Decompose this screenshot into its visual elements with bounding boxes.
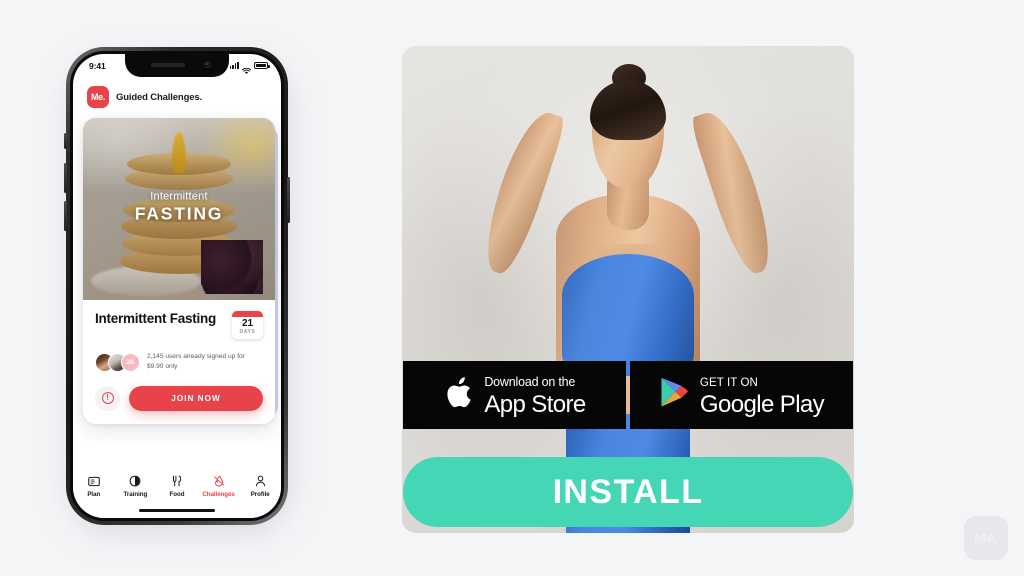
challenges-icon	[213, 474, 225, 488]
app-header: Me. Guided Challenges.	[73, 77, 281, 118]
info-button[interactable]: !	[95, 385, 120, 411]
status-bar-time: 9:41	[89, 60, 106, 71]
tab-food-label: Food	[169, 491, 185, 498]
tab-plan[interactable]: Plan	[73, 474, 115, 498]
avatar-overflow-count: 2K	[121, 352, 140, 372]
phone-mockup: 9:41 Me. Guided Challenges. Intermittent…	[64, 47, 294, 535]
training-icon	[129, 474, 141, 488]
hero-title: FASTING	[134, 203, 224, 224]
tab-profile-label: Profile	[250, 491, 270, 498]
day-count-number: 21	[241, 318, 254, 329]
front-camera-icon	[204, 61, 211, 68]
app-store-badge-small-text: Download on the	[484, 374, 576, 389]
bottom-tab-bar[interactable]: Plan Training Food Challenges Profile	[73, 466, 281, 518]
apple-logo-icon	[443, 375, 473, 416]
tab-challenges[interactable]: Challenges	[198, 474, 240, 498]
day-count-label: DAYS	[239, 329, 256, 335]
cellular-signal-icon	[229, 62, 239, 69]
google-play-badge[interactable]: GET IT ON Google Play	[630, 361, 853, 429]
watermark-logo: Me.	[964, 516, 1008, 560]
tab-profile[interactable]: Profile	[239, 474, 281, 498]
phone-volume-down-button[interactable]	[64, 201, 67, 231]
google-play-badge-text: GET IT ON Google Play	[699, 374, 825, 418]
hero-kicker: Intermittent	[150, 190, 208, 203]
google-play-badge-large-text: Google Play	[699, 390, 825, 418]
phone-power-button[interactable]	[287, 177, 290, 223]
challenge-card-cta-row: ! JOIN NOW	[95, 385, 263, 411]
tab-challenges-label: Challenges	[202, 491, 235, 498]
status-bar-icons	[229, 62, 270, 75]
screenshot-stage: 9:41 Me. Guided Challenges. Intermittent…	[0, 0, 1024, 576]
food-icon	[171, 474, 182, 488]
challenge-title: Intermittent Fasting	[95, 311, 217, 326]
brand-logo: Me.	[87, 86, 109, 108]
phone-bezel: 9:41 Me. Guided Challenges. Intermittent…	[70, 51, 284, 521]
social-proof-text: 2,145 users already signed up for $9.99 …	[147, 353, 245, 371]
tab-training-label: Training	[123, 491, 148, 498]
tab-training[interactable]: Training	[115, 474, 157, 498]
avatar-group: 2K	[95, 352, 140, 372]
challenge-card[interactable]: Intermittent FASTING Intermittent Fastin…	[83, 118, 275, 424]
store-badges: Download on the App Store GET IT ON Goog…	[402, 361, 854, 429]
phone-silent-switch[interactable]	[64, 133, 67, 149]
challenge-card-body: Intermittent Fasting 21 DAYS 2K 2,145 us…	[83, 300, 275, 411]
phone-frame: 9:41 Me. Guided Challenges. Intermittent…	[64, 47, 290, 525]
app-promo-panel: Download on the App Store GET IT ON Goog…	[402, 46, 854, 533]
plan-icon	[88, 474, 100, 488]
join-now-button[interactable]: JOIN NOW	[129, 385, 263, 411]
info-icon: !	[101, 392, 114, 405]
google-play-triangle-icon	[659, 376, 689, 414]
wifi-icon	[241, 62, 252, 75]
day-count-badge: 21 DAYS	[232, 311, 263, 340]
install-button[interactable]: INSTALL	[403, 457, 853, 527]
app-store-badge-large-text: App Store	[484, 390, 586, 418]
social-proof-row: 2K 2,145 users already signed up for $9.…	[95, 352, 263, 372]
phone-volume-up-button[interactable]	[64, 163, 67, 193]
app-store-badge-text: Download on the App Store	[484, 374, 586, 418]
phone-notch	[125, 54, 229, 77]
tab-plan-label: Plan	[87, 491, 101, 498]
profile-icon	[255, 474, 266, 488]
tab-food[interactable]: Food	[156, 474, 198, 498]
app-store-badge[interactable]: Download on the App Store	[403, 361, 626, 429]
hero-overlay-text: Intermittent FASTING	[83, 191, 275, 225]
challenge-card-hero-image: Intermittent FASTING	[83, 118, 275, 300]
challenge-card-title-row: Intermittent Fasting 21 DAYS	[95, 311, 263, 340]
home-indicator[interactable]	[139, 508, 215, 512]
earpiece-speaker-icon	[151, 63, 185, 67]
battery-icon	[254, 62, 270, 69]
google-play-badge-small-text: GET IT ON	[699, 376, 758, 389]
phone-screen: 9:41 Me. Guided Challenges. Intermittent…	[73, 54, 281, 518]
app-header-title: Guided Challenges.	[116, 91, 202, 103]
challenge-card-carousel[interactable]: Intermittent FASTING Intermittent Fastin…	[83, 118, 278, 430]
